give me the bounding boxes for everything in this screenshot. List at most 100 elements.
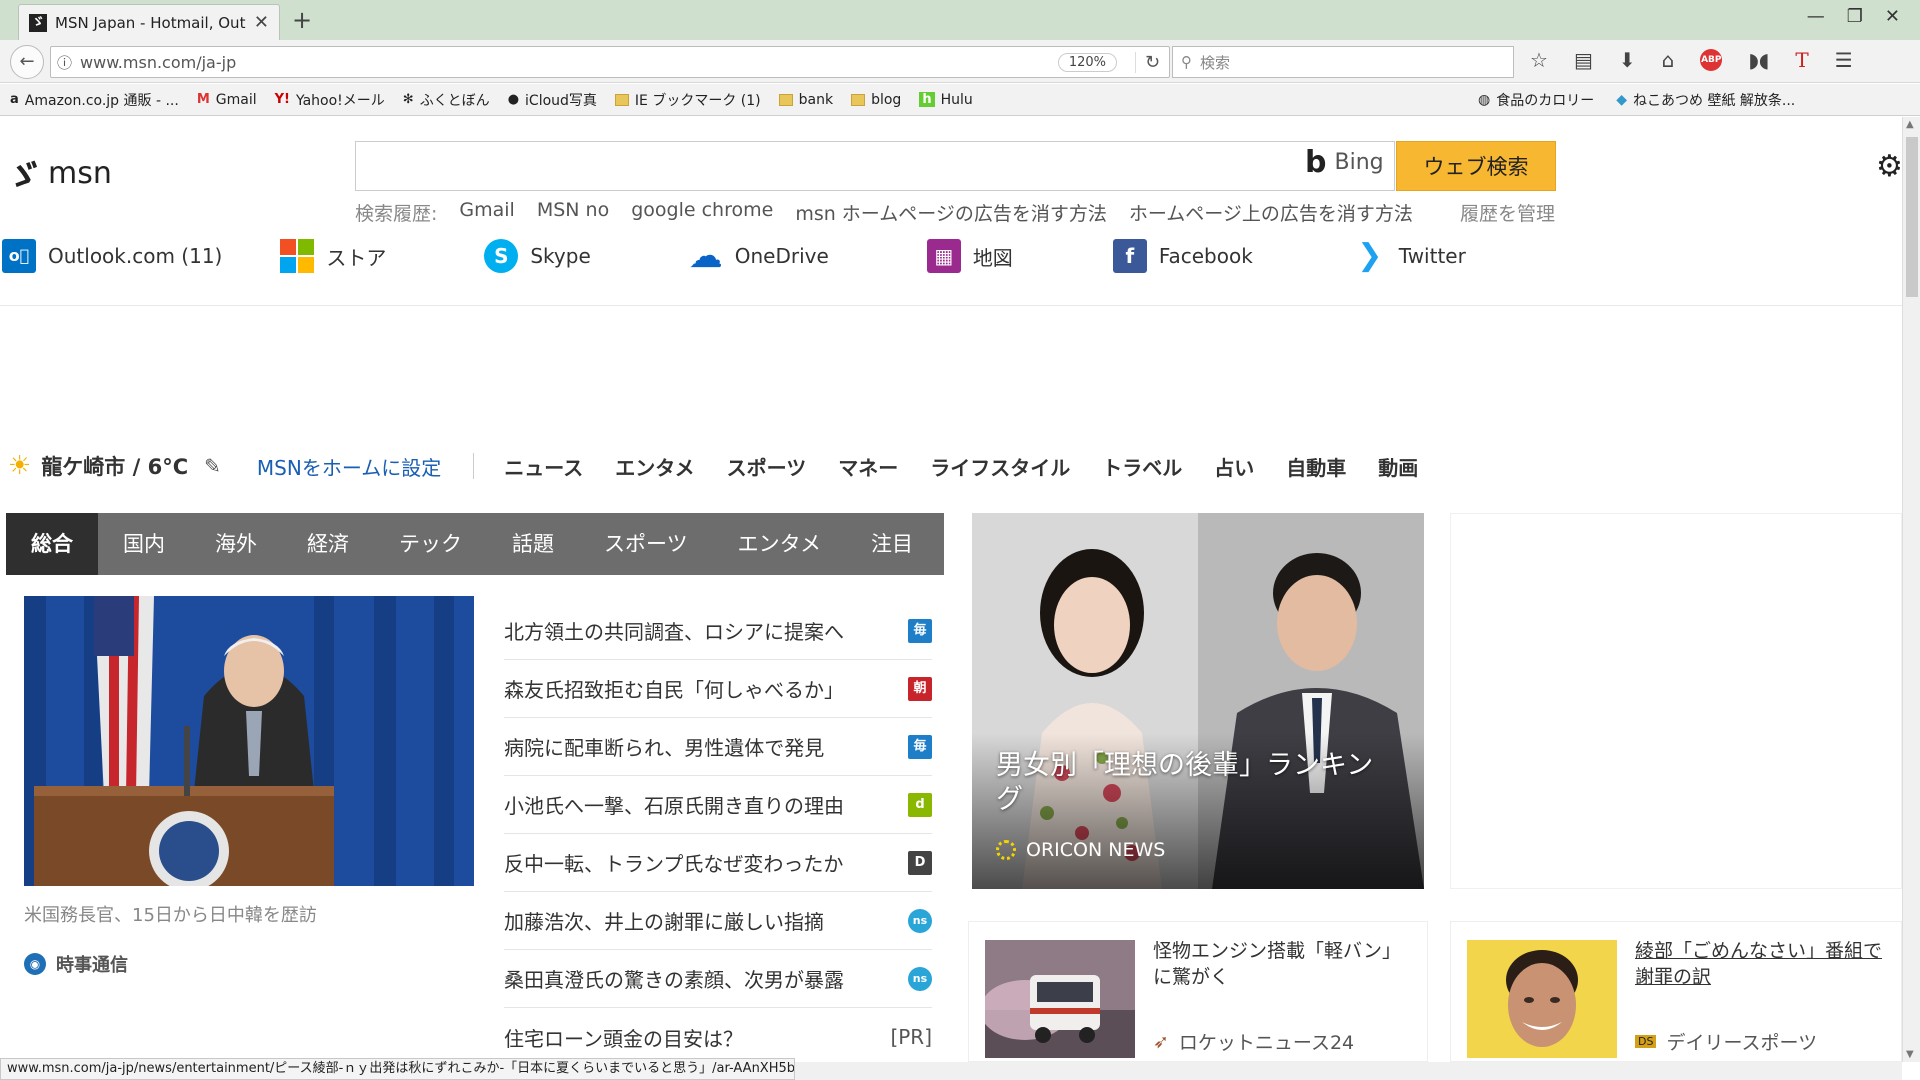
headline-item-ad[interactable]: 住宅ローン頭金の目安は？ [PR] (504, 1008, 932, 1062)
category-news[interactable]: ニュース (504, 452, 583, 481)
service-store[interactable]: ストア (280, 239, 386, 273)
gear-icon[interactable]: ⚙ (1876, 149, 1902, 184)
lead-story-image[interactable] (24, 596, 474, 886)
close-tab-icon[interactable]: ✕ (254, 12, 269, 33)
history-item[interactable]: Gmail (459, 199, 514, 226)
address-bar[interactable]: ⓘ www.msn.com/ja-jp 120% ↻ (50, 46, 1170, 78)
minimize-icon[interactable]: — (1807, 6, 1825, 27)
menu-icon[interactable]: ☰ (1835, 48, 1853, 72)
story-card-title[interactable]: 綾部「ごめんなさい」番組で謝罪の訳 (1635, 938, 1891, 990)
restore-icon[interactable]: ❐ (1847, 6, 1863, 27)
story-card-image[interactable] (985, 940, 1135, 1058)
headline-text[interactable]: 森友氏招致拒む自民「何しゃべるか」 (504, 674, 844, 703)
set-home-link[interactable]: MSNをホームに設定 (257, 452, 441, 481)
tab-tech[interactable]: テック (374, 513, 487, 575)
zoom-level[interactable]: 120% (1057, 52, 1117, 72)
vertical-scrollbar[interactable]: ▲ ▼ (1902, 117, 1920, 1062)
new-tab-button[interactable]: + (292, 6, 312, 34)
bookmark-calorie[interactable]: ◍ 食品のカロリー (1478, 90, 1594, 110)
history-item[interactable]: google chrome (631, 199, 773, 226)
bookmark-blog-folder[interactable]: blog (851, 92, 901, 108)
tab-world[interactable]: 海外 (190, 513, 282, 575)
t-extension-icon[interactable]: T (1795, 48, 1808, 72)
reading-list-icon[interactable]: ▤ (1574, 48, 1593, 72)
category-video[interactable]: 動画 (1378, 452, 1418, 481)
bookmark-gmail[interactable]: M Gmail (197, 92, 257, 108)
service-onedrive[interactable]: ☁ OneDrive (689, 239, 829, 273)
bookmark-bank-folder[interactable]: bank (778, 92, 833, 108)
bookmark-fukutobon[interactable]: ✻ ふくとぼん (403, 90, 490, 110)
horizontal-scrollbar[interactable] (795, 1062, 1902, 1080)
manage-history-link[interactable]: 履歴を管理 (1460, 199, 1555, 226)
service-twitter[interactable]: ❯ Twitter (1353, 239, 1466, 273)
download-icon[interactable]: ⬇ (1619, 48, 1636, 72)
service-outlook[interactable]: o⃞ Outlook.com (11) (2, 239, 222, 273)
headline-text[interactable]: 桑田真澄氏の驚きの素顔、次男が暴露 (504, 964, 844, 993)
msn-logo[interactable]: ゞ msn (1, 147, 112, 199)
mask-icon[interactable]: ◗◖ (1748, 48, 1769, 72)
story-card-image[interactable] (1467, 940, 1617, 1058)
category-entertainment[interactable]: エンタメ (615, 452, 694, 481)
tab-entertainment[interactable]: エンタメ (713, 513, 846, 575)
tab-sports[interactable]: スポーツ (579, 513, 713, 575)
scroll-up-icon[interactable]: ▲ (1906, 119, 1914, 130)
category-travel[interactable]: トラベル (1102, 452, 1182, 481)
bookmark-amazon[interactable]: a Amazon.co.jp 通販 - ... (10, 90, 179, 110)
headline-item[interactable]: 病院に配車断られ、男性遺体で発見 毎 (504, 718, 932, 776)
lead-story-caption[interactable]: 米国務長官、15日から日中韓を歴訪 (24, 901, 317, 927)
headline-text[interactable]: 加藤浩次、井上の謝罪に厳しい指摘 (504, 906, 824, 935)
url-text[interactable]: www.msn.com/ja-jp (80, 53, 1050, 72)
info-icon[interactable]: ⓘ (57, 52, 72, 73)
headline-item[interactable]: 桑田真澄氏の驚きの素顔、次男が暴露 ns (504, 950, 932, 1008)
bookmark-hulu[interactable]: h Hulu (919, 92, 973, 108)
headline-item[interactable]: 小池氏へ一撃、石原氏開き直りの理由 d (504, 776, 932, 834)
adblock-icon[interactable]: ABP (1700, 49, 1723, 71)
feature-story[interactable]: 男女別「理想の後輩」ランキング ORICON NEWS (972, 513, 1424, 889)
browser-tab[interactable]: ゞ MSN Japan - Hotmail, Out... ✕ (18, 4, 280, 40)
tab-general[interactable]: 総合 (6, 513, 98, 575)
tab-economy[interactable]: 経済 (282, 513, 374, 575)
reload-icon[interactable]: ↻ (1135, 51, 1169, 73)
headline-item[interactable]: 森友氏招致拒む自民「何しゃべるか」 朝 (504, 660, 932, 718)
headline-text[interactable]: 北方領土の共同調査、ロシアに提案へ (504, 616, 844, 645)
bookmark-nekoatsume[interactable]: ◆ ねこあつめ 壁紙 解放条... (1616, 90, 1795, 110)
story-card[interactable]: 綾部「ごめんなさい」番組で謝罪の訳 DS デイリースポーツ (1450, 921, 1902, 1062)
headline-text[interactable]: 小池氏へ一撃、石原氏開き直りの理由 (504, 790, 844, 819)
tab-domestic[interactable]: 国内 (98, 513, 190, 575)
close-window-icon[interactable]: ✕ (1885, 6, 1900, 27)
category-fortune[interactable]: 占い (1214, 452, 1254, 481)
category-sports[interactable]: スポーツ (727, 452, 807, 481)
bookmark-icloud[interactable]: ● iCloud写真 (508, 90, 597, 110)
home-icon[interactable]: ⌂ (1662, 48, 1675, 72)
tab-topics[interactable]: 話題 (487, 513, 579, 575)
headline-item[interactable]: 北方領土の共同調査、ロシアに提案へ 毎 (504, 602, 932, 660)
history-item[interactable]: msn ホームページの広告を消す方法 (795, 199, 1107, 226)
headline-text[interactable]: 住宅ローン頭金の目安は？ (504, 1023, 743, 1052)
service-maps[interactable]: ▦ 地図 (926, 239, 1013, 273)
bookmark-ie-folder[interactable]: IE ブックマーク (1) (614, 90, 761, 110)
scrollbar-thumb[interactable] (1906, 137, 1918, 297)
bookmark-yahoo-mail[interactable]: Y! Yahoo!メール (275, 90, 385, 110)
headline-item[interactable]: 加藤浩次、井上の謝罪に厳しい指摘 ns (504, 892, 932, 950)
pencil-icon[interactable]: ✎ (204, 454, 221, 478)
category-money[interactable]: マネー (838, 452, 898, 481)
category-lifestyle[interactable]: ライフスタイル (930, 452, 1070, 481)
feature-title[interactable]: 男女別「理想の後輩」ランキング (996, 749, 1396, 817)
browser-search-input[interactable]: ⚲ 検索 (1172, 46, 1514, 78)
story-card[interactable]: 怪物エンジン搭載「軽バン」に驚がく ➶ ロケットニュース24 (968, 921, 1428, 1062)
tab-featured[interactable]: 注目 (846, 513, 938, 575)
story-card-title[interactable]: 怪物エンジン搭載「軽バン」に驚がく (1153, 938, 1409, 990)
weather-location[interactable]: 龍ケ崎市 / 6°C (41, 451, 188, 481)
headline-item[interactable]: 反中一転、トランプ氏なぜ変わったか D (504, 834, 932, 892)
back-button[interactable]: ← (10, 45, 44, 79)
headline-text[interactable]: 反中一転、トランプ氏なぜ変わったか (504, 848, 843, 877)
scroll-down-icon[interactable]: ▼ (1906, 1049, 1914, 1060)
bookmark-star-icon[interactable]: ☆ (1530, 48, 1548, 72)
category-autos[interactable]: 自動車 (1286, 452, 1346, 481)
web-search-button[interactable]: ウェブ検索 (1396, 141, 1556, 191)
headline-text[interactable]: 病院に配車断られ、男性遺体で発見 (504, 732, 824, 761)
service-skype[interactable]: S Skype (484, 239, 591, 273)
service-facebook[interactable]: f Facebook (1112, 239, 1253, 273)
history-item[interactable]: ホームページ上の広告を消す方法 (1129, 199, 1413, 226)
web-search-input[interactable] (355, 141, 1395, 191)
